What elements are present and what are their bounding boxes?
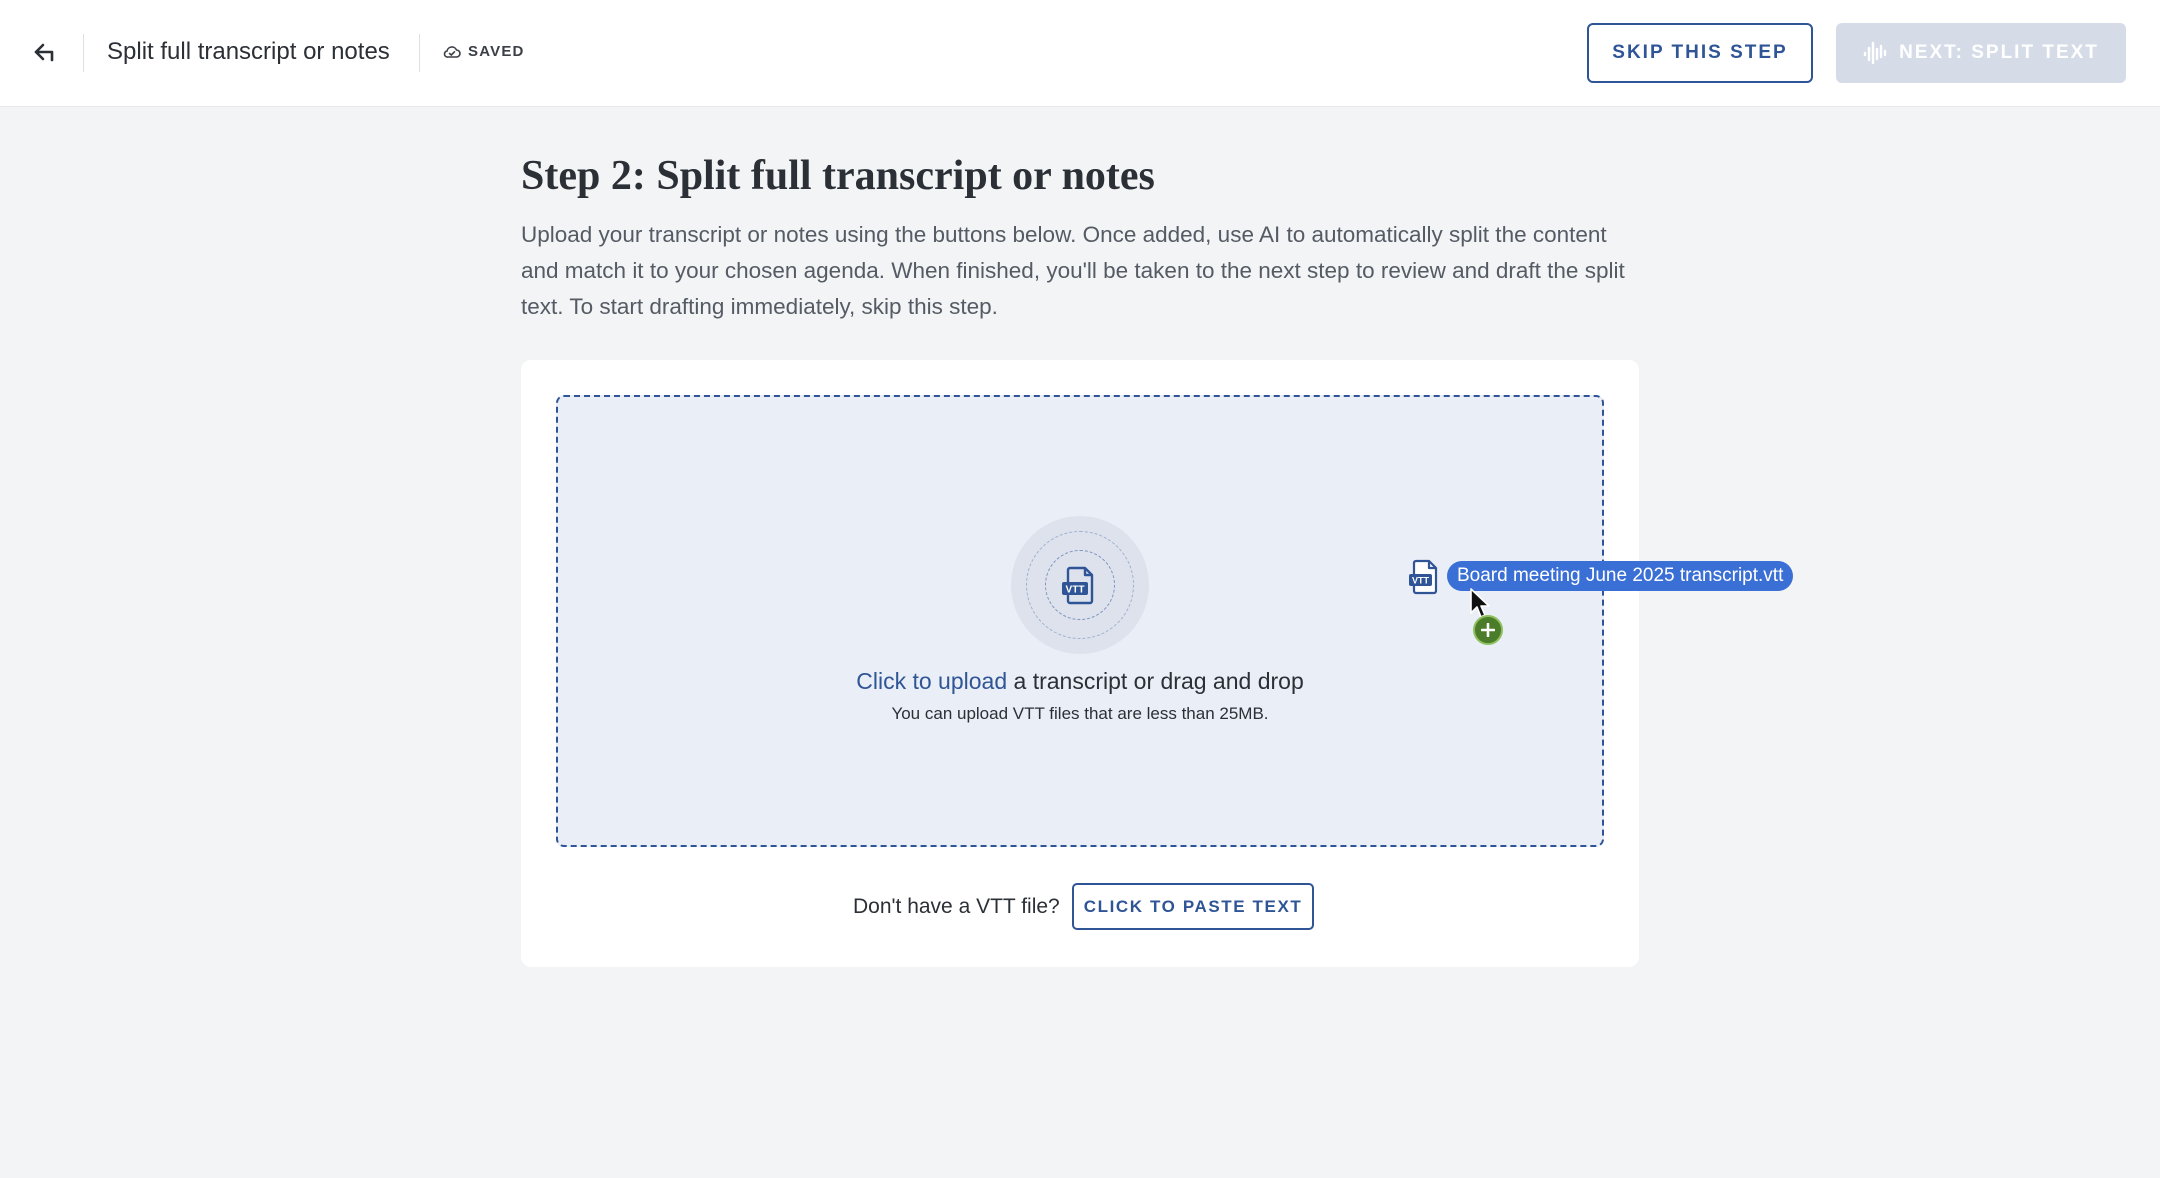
header-divider: [419, 34, 420, 72]
dragged-file-icon: VTT: [1409, 559, 1438, 595]
saved-status: SAVED: [443, 43, 525, 60]
paste-row: Don't have a VTT file? CLICK TO PASTE TE…: [853, 883, 1315, 930]
upload-instruction: Click to upload a transcript or drag and…: [556, 668, 1604, 695]
dragged-file-icon-text: VTT: [1412, 576, 1430, 586]
upload-hint: You can upload VTT files that are less t…: [891, 704, 1269, 723]
dragged-file-name: Board meeting June 2025 transcript.vtt: [1447, 561, 1794, 591]
paste-label: Don't have a VTT file?: [853, 894, 1060, 918]
next-split-text-button[interactable]: NEXT: SPLIT TEXT: [1836, 23, 2126, 83]
plus-icon: [1481, 623, 1495, 637]
step-heading: Step 2: Split full transcript or notes: [521, 153, 1155, 199]
back-button[interactable]: [24, 30, 70, 76]
next-button-label: NEXT: SPLIT TEXT: [1899, 42, 2099, 63]
page-title: Split full transcript or notes: [107, 38, 390, 65]
skip-step-button[interactable]: SKIP THIS STEP: [1587, 23, 1813, 83]
header-divider: [83, 34, 84, 72]
saved-label: SAVED: [468, 43, 525, 60]
top-bar: Split full transcript or notes SAVED SKI…: [0, 0, 2160, 107]
waveform-icon: [1863, 41, 1887, 65]
vtt-icon-text: VTT: [1066, 585, 1085, 596]
copy-badge: [1473, 615, 1503, 645]
upload-instruction-rest: a transcript or drag and drop: [1007, 668, 1304, 694]
click-to-upload-link[interactable]: Click to upload: [856, 668, 1007, 694]
arrow-left-icon: [34, 43, 54, 62]
cloud-check-icon: [443, 45, 461, 58]
vtt-file-icon: VTT: [1062, 566, 1094, 605]
step-description: Upload your transcript or notes using th…: [521, 222, 1625, 319]
upload-icon-ring: VTT: [1011, 516, 1149, 654]
paste-text-button[interactable]: CLICK TO PASTE TEXT: [1071, 883, 1315, 930]
